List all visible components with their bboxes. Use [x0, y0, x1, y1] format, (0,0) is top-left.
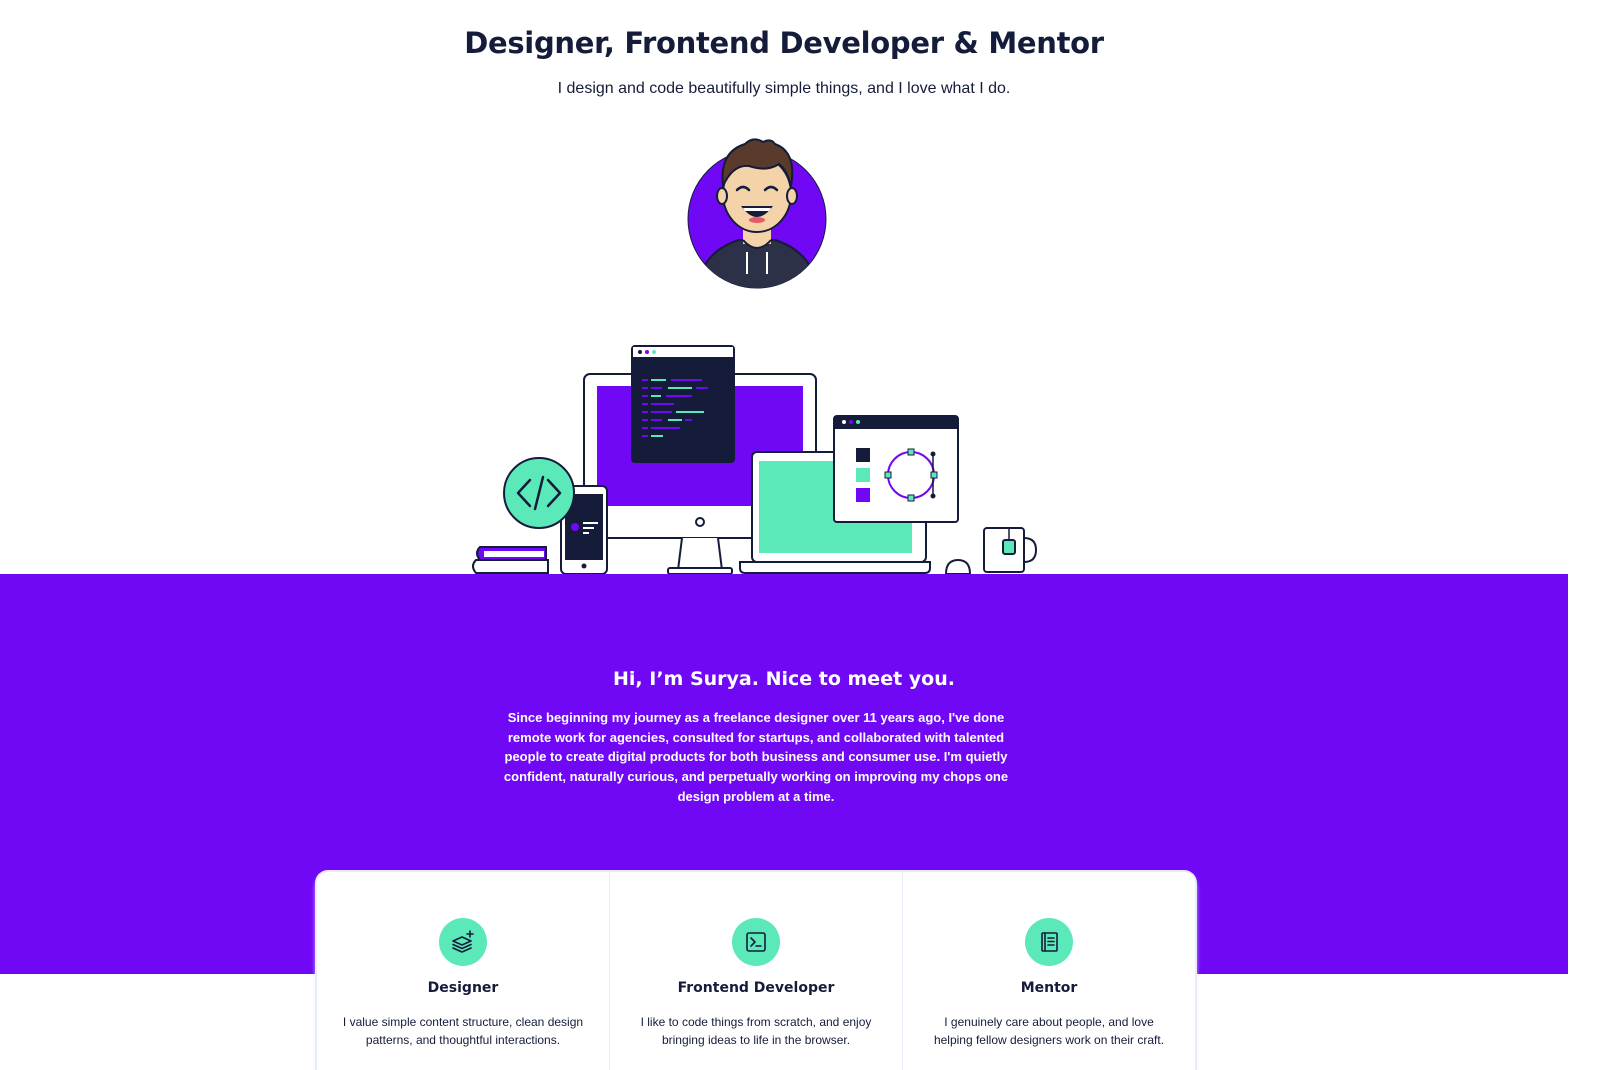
skill-card-text: I value simple content structure, clean … [342, 1015, 584, 1047]
skills-cards: Designer I value simple content structur… [316, 871, 1196, 1070]
skill-card-frontend-developer: Frontend Developer I like to code things… [610, 872, 903, 1070]
about-text: Since beginning my journey as a freelanc… [503, 710, 1009, 804]
about-title: Hi, I’m Surya. Nice to meet you. [613, 668, 955, 690]
layers-plus-icon [439, 918, 487, 966]
workspace-illustration [472, 345, 1038, 575]
skill-card-designer: Designer I value simple content structur… [317, 872, 610, 1070]
hero-title: Designer, Frontend Developer & Mentor [464, 26, 1104, 60]
code-brackets-icon [503, 457, 575, 529]
hero-section: Designer, Frontend Developer & Mentor I … [0, 0, 1568, 575]
skill-card-title: Frontend Developer [677, 980, 835, 996]
skill-card-text: I like to code things from scratch, and … [640, 1015, 872, 1047]
avatar [687, 138, 827, 289]
hero-subtitle: I design and code beautifully simple thi… [557, 80, 1011, 97]
skill-card-mentor: Mentor I genuinely care about people, an… [903, 872, 1195, 1070]
skill-card-title: Designer [427, 980, 499, 996]
book-icon [1025, 918, 1073, 966]
terminal-icon [732, 918, 780, 966]
skill-card-text: I genuinely care about people, and love … [933, 1015, 1165, 1047]
skill-card-title: Mentor [1020, 980, 1078, 996]
